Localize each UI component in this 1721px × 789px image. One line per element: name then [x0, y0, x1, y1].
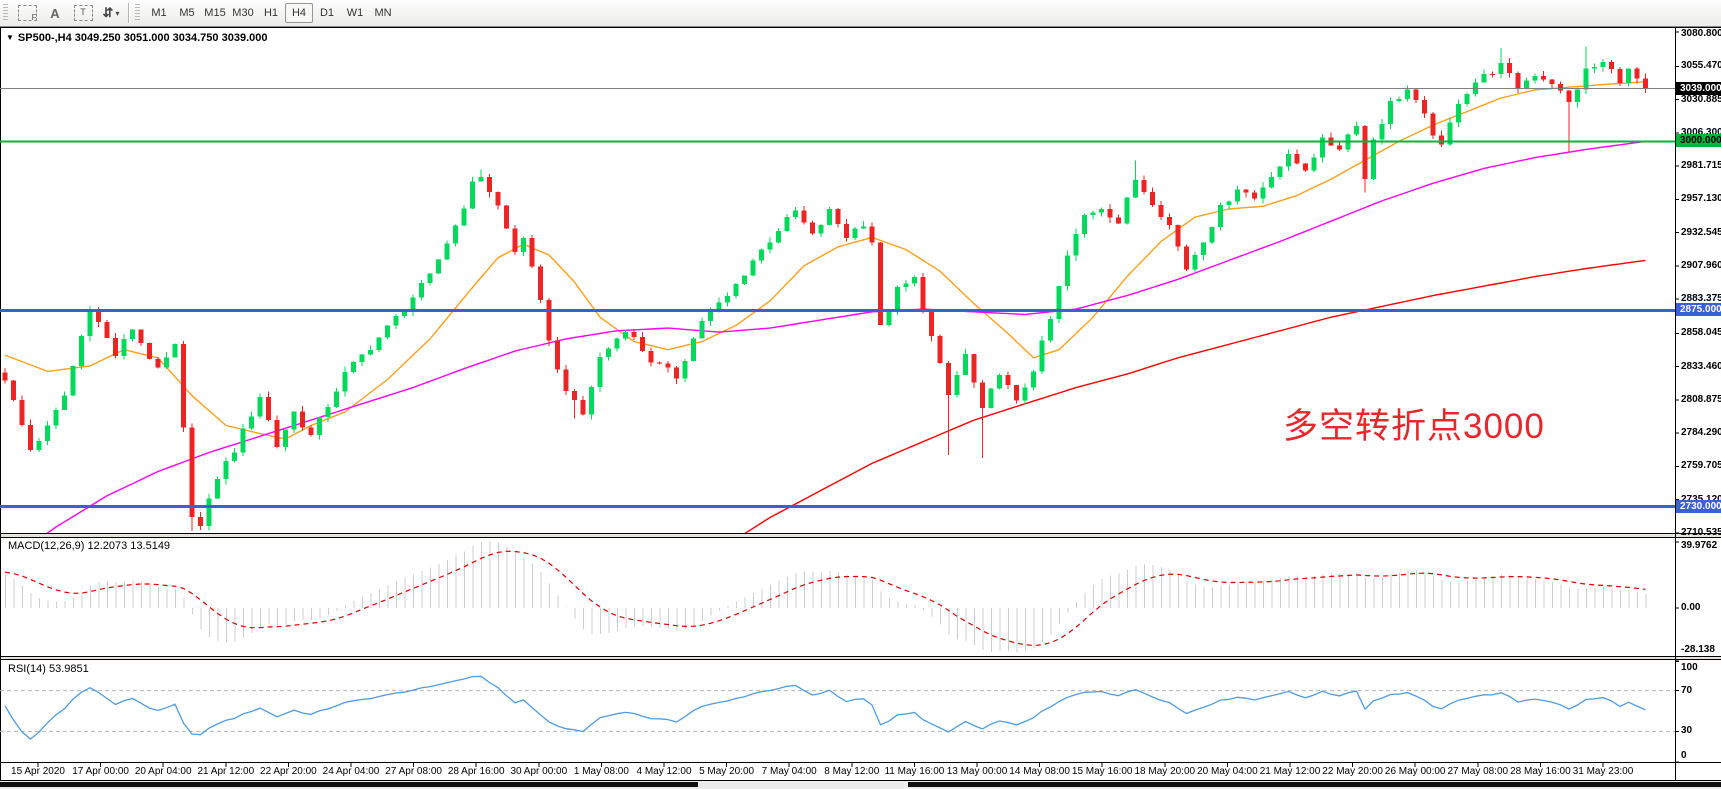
macd-panel-plot: [5, 541, 1646, 652]
mt4-window: FAT⇵▾ M1M5M15M30H1H4D1W1MN ▼SP500-,H4 30…: [0, 0, 1721, 789]
price-badge-3000.000: 3000.000: [1676, 134, 1721, 147]
time-axis-label: 11 May 16:00: [884, 766, 944, 777]
rsi-axis-label: 30: [1681, 725, 1692, 736]
ma-fast-line: [5, 82, 1646, 439]
price-axis-label: 2784.290: [1681, 427, 1721, 438]
rsi-axis-label: 70: [1681, 685, 1692, 696]
scrollbar-track-left[interactable]: [0, 782, 698, 787]
price-axis-label: 2907.960: [1681, 260, 1721, 271]
price-axis-label: 2957.130: [1681, 193, 1721, 204]
price-axis-label: 2932.545: [1681, 227, 1721, 238]
level-line-3000.000: [0, 140, 1675, 142]
time-axis-label: 31 May 23:00: [1573, 766, 1634, 777]
moving-averages: [5, 82, 1646, 564]
time-axis-label: 28 May 16:00: [1510, 766, 1571, 777]
price-badge-3039.000: 3039.000: [1676, 82, 1721, 95]
time-axis-label: 18 May 20:00: [1134, 766, 1195, 777]
symbol-title: ▼ SP500-,H4 3049.250 3051.000 3034.750 30…: [6, 32, 267, 44]
rsi-axis-label: 0: [1681, 750, 1687, 761]
time-axis-label: 26 May 00:00: [1385, 766, 1446, 777]
time-axis-label: 24 Apr 04:00: [323, 766, 380, 777]
time-axis-label: 22 Apr 20:00: [260, 766, 317, 777]
annotation-text: 多空转折点3000: [1283, 398, 1545, 449]
time-axis-label: 20 Apr 04:00: [135, 766, 192, 777]
time-axis-label: 1 May 08:00: [574, 766, 629, 777]
price-axis-label: 2833.460: [1681, 361, 1721, 372]
price-axis-label: 2808.875: [1681, 394, 1721, 405]
level-line-2875.000: [0, 309, 1675, 312]
time-axis-label: 5 May 20:00: [699, 766, 754, 777]
time-axis-label: 7 May 04:00: [762, 766, 817, 777]
time-axis-label: 13 May 00:00: [947, 766, 1008, 777]
macd-axis-label: 0.00: [1681, 602, 1700, 613]
symbol-title-text: SP500-,H4 3049.250 3051.000 3034.750 303…: [18, 32, 268, 44]
rsi-label: RSI(14) 53.9851: [8, 663, 89, 675]
price-axis-label: 2759.705: [1681, 460, 1721, 471]
time-axis-label: 30 Apr 00:00: [510, 766, 567, 777]
macd-label: MACD(12,26,9) 12.2073 13.5149: [8, 540, 170, 552]
time-axis-label: 27 May 08:00: [1447, 766, 1508, 777]
time-axis-label: 27 Apr 08:00: [385, 766, 442, 777]
price-axis-label: 3055.470: [1681, 60, 1721, 71]
time-axis-label: 28 Apr 16:00: [448, 766, 505, 777]
chart-canvas[interactable]: [0, 0, 1721, 789]
time-axis-label: 15 Apr 2020: [11, 766, 65, 777]
macd-axis-label: -28.138: [1681, 644, 1715, 655]
current-price-line: [0, 88, 1675, 89]
time-axis-label: 22 May 20:00: [1322, 766, 1383, 777]
time-axis-label: 20 May 04:00: [1197, 766, 1258, 777]
level-line-2730.000: [0, 505, 1675, 508]
price-badge-2875.000: 2875.000: [1676, 303, 1721, 316]
candles: [3, 47, 1649, 531]
rsi-axis-label: 100: [1681, 662, 1698, 673]
time-axis-label: 21 Apr 12:00: [197, 766, 254, 777]
horizontal-scrollbar[interactable]: [0, 781, 1721, 789]
time-axis-label: 4 May 12:00: [636, 766, 691, 777]
scrollbar-track-right[interactable]: [908, 782, 1721, 787]
rsi-panel-plot: [0, 676, 1675, 739]
macd-axis-label: 39.9762: [1681, 540, 1717, 551]
price-axis-label: 2710.535: [1681, 527, 1721, 538]
time-axis-label: 15 May 16:00: [1072, 766, 1133, 777]
price-axis-label: 2981.715: [1681, 160, 1721, 171]
time-axis-label: 8 May 12:00: [824, 766, 879, 777]
rsi-line: [5, 676, 1646, 739]
ma-mid-line: [5, 141, 1646, 563]
time-axis-label: 14 May 08:00: [1009, 766, 1070, 777]
price-axis-label: 3030.885: [1681, 94, 1721, 105]
time-axis-label: 21 May 12:00: [1260, 766, 1321, 777]
chevron-down-icon[interactable]: ▼: [6, 33, 14, 42]
time-axis-label: 17 Apr 00:00: [72, 766, 129, 777]
price-axis-label: 3080.800: [1681, 28, 1721, 39]
price-badge-2730.000: 2730.000: [1676, 500, 1721, 513]
price-axis-label: 2858.045: [1681, 327, 1721, 338]
